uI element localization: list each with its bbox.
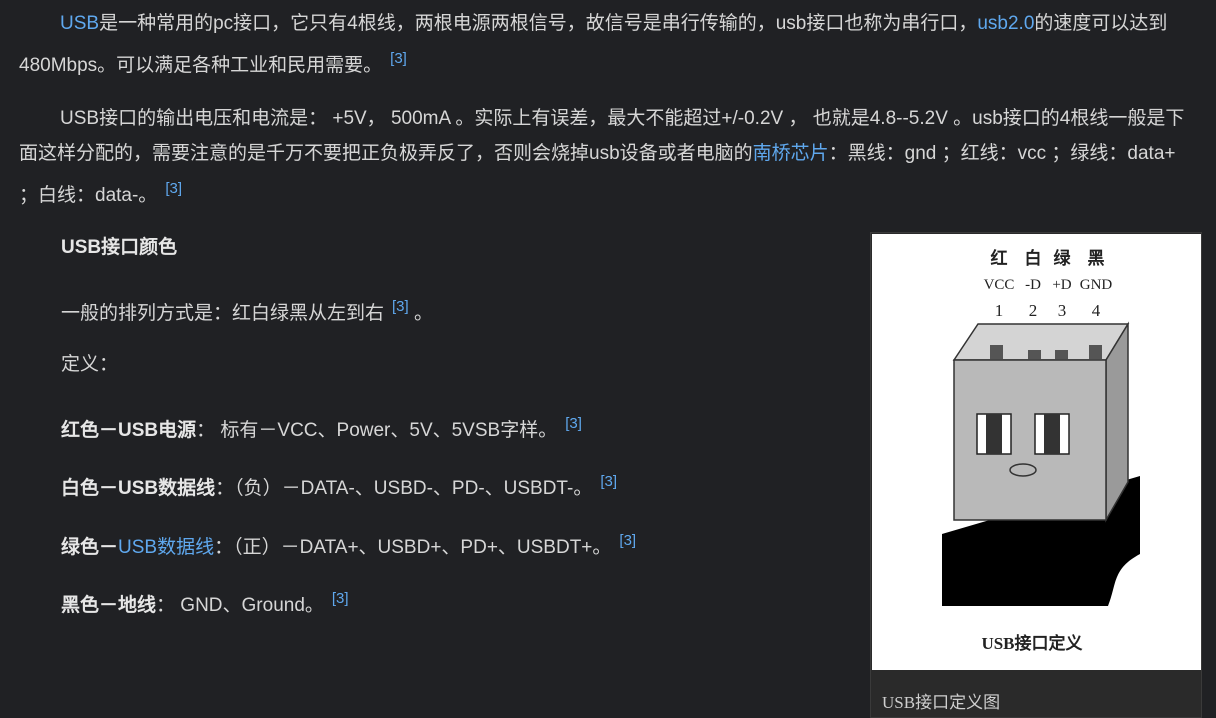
window-left-bar	[986, 414, 1002, 454]
usb-voltage-paragraph: USB接口的输出电压和电流是： +5V， 500mA 。实际上有误差，最大不能超…	[19, 101, 1199, 213]
usb-diagram-image[interactable]: 红 白 绿 黑 VCC -D +D GND 1 2 3 4 USB接口定义	[872, 234, 1201, 670]
order-tail: 。	[413, 303, 433, 324]
color-label-green: 绿	[1054, 248, 1072, 268]
southbridge-link[interactable]: 南桥芯片	[753, 143, 829, 164]
reference-link[interactable]: [3]	[165, 180, 182, 197]
pin-number-1: 1	[995, 301, 1004, 320]
color-label-red: 红	[991, 248, 1008, 268]
pin-contact-2	[1028, 350, 1041, 359]
def-red-label: 红色－USB电源	[61, 420, 197, 441]
usb-intro-text: 是一种常用的pc接口，它只有4根线，两根电源两根信号，故信号是串行传输的，usb…	[99, 13, 978, 34]
window-right-bar	[1044, 414, 1060, 454]
usb2-link[interactable]: usb2.0	[977, 13, 1034, 34]
section-heading: USB接口颜色	[61, 233, 177, 263]
pin-number-3: 3	[1058, 301, 1067, 320]
reference-link[interactable]: [3]	[600, 473, 617, 490]
pin-contact-1	[990, 345, 1003, 359]
diagram-title: USB接口定义	[981, 633, 1082, 653]
pin-contact-3	[1055, 350, 1068, 359]
definition-text: 定义：	[61, 354, 119, 375]
pin-number-4: 4	[1092, 301, 1101, 320]
signal-label-dminus: -D	[1025, 277, 1041, 293]
usb-connector-diagram: 红 白 绿 黑 VCC -D +D GND 1 2 3 4 USB接口定义	[942, 248, 1140, 653]
color-label-black: 黑	[1088, 249, 1105, 268]
def-green: 绿色－USB数据线：（正）－DATA+、USBD+、PD+、USBDT+。 [3]	[61, 526, 636, 563]
order-text: 一般的排列方式是：红白绿黑从左到右	[61, 303, 385, 324]
reference-link[interactable]: [3]	[332, 590, 349, 607]
def-green-label: 绿色－	[61, 537, 119, 558]
usb-data-line-link[interactable]: USB数据线	[118, 537, 214, 558]
signal-label-dplus: +D	[1052, 277, 1071, 293]
usb-link[interactable]: USB	[60, 13, 99, 34]
def-white: 白色－USB数据线：（负）－DATA-、USBD-、PD-、USBDT-。 [3]	[61, 467, 617, 504]
def-white-label: 白色－USB数据线	[61, 478, 216, 499]
pin-number-2: 2	[1029, 301, 1038, 320]
usb-figure: 红 白 绿 黑 VCC -D +D GND 1 2 3 4 USB接口定义 US…	[870, 232, 1202, 718]
signal-label-gnd: GND	[1080, 277, 1113, 293]
reference-link[interactable]: [3]	[392, 298, 409, 315]
def-red: 红色－USB电源： 标有－VCC、Power、5V、5VSB字样。 [3]	[61, 409, 582, 446]
order-line: 一般的排列方式是：红白绿黑从左到右 [3] 。	[61, 292, 433, 329]
figure-caption: USB接口定义图	[882, 693, 1001, 712]
def-white-text: ：（负）－DATA-、USBD-、PD-、USBDT-。	[215, 478, 593, 499]
signal-label-vcc: VCC	[984, 277, 1015, 293]
def-green-text: ：（正）－DATA+、USBD+、PD+、USBDT+。	[214, 537, 612, 558]
usb-intro-paragraph: USB是一种常用的pc接口，它只有4根线，两根电源两根信号，故信号是串行传输的，…	[19, 6, 1199, 83]
reference-link[interactable]: [3]	[390, 50, 407, 67]
section-title: USB接口颜色	[61, 237, 178, 258]
def-red-text: ： 标有－VCC、Power、5V、5VSB字样。	[196, 420, 558, 441]
reference-link[interactable]: [3]	[565, 415, 582, 432]
def-black-text: ： GND、Ground。	[156, 595, 324, 616]
def-black-label: 黑色－地线	[61, 595, 157, 616]
definition-label: 定义：	[61, 350, 118, 380]
pin-contact-4	[1089, 345, 1102, 359]
def-black: 黑色－地线： GND、Ground。 [3]	[61, 584, 349, 621]
color-label-white: 白	[1025, 248, 1042, 268]
reference-link[interactable]: [3]	[619, 532, 636, 549]
